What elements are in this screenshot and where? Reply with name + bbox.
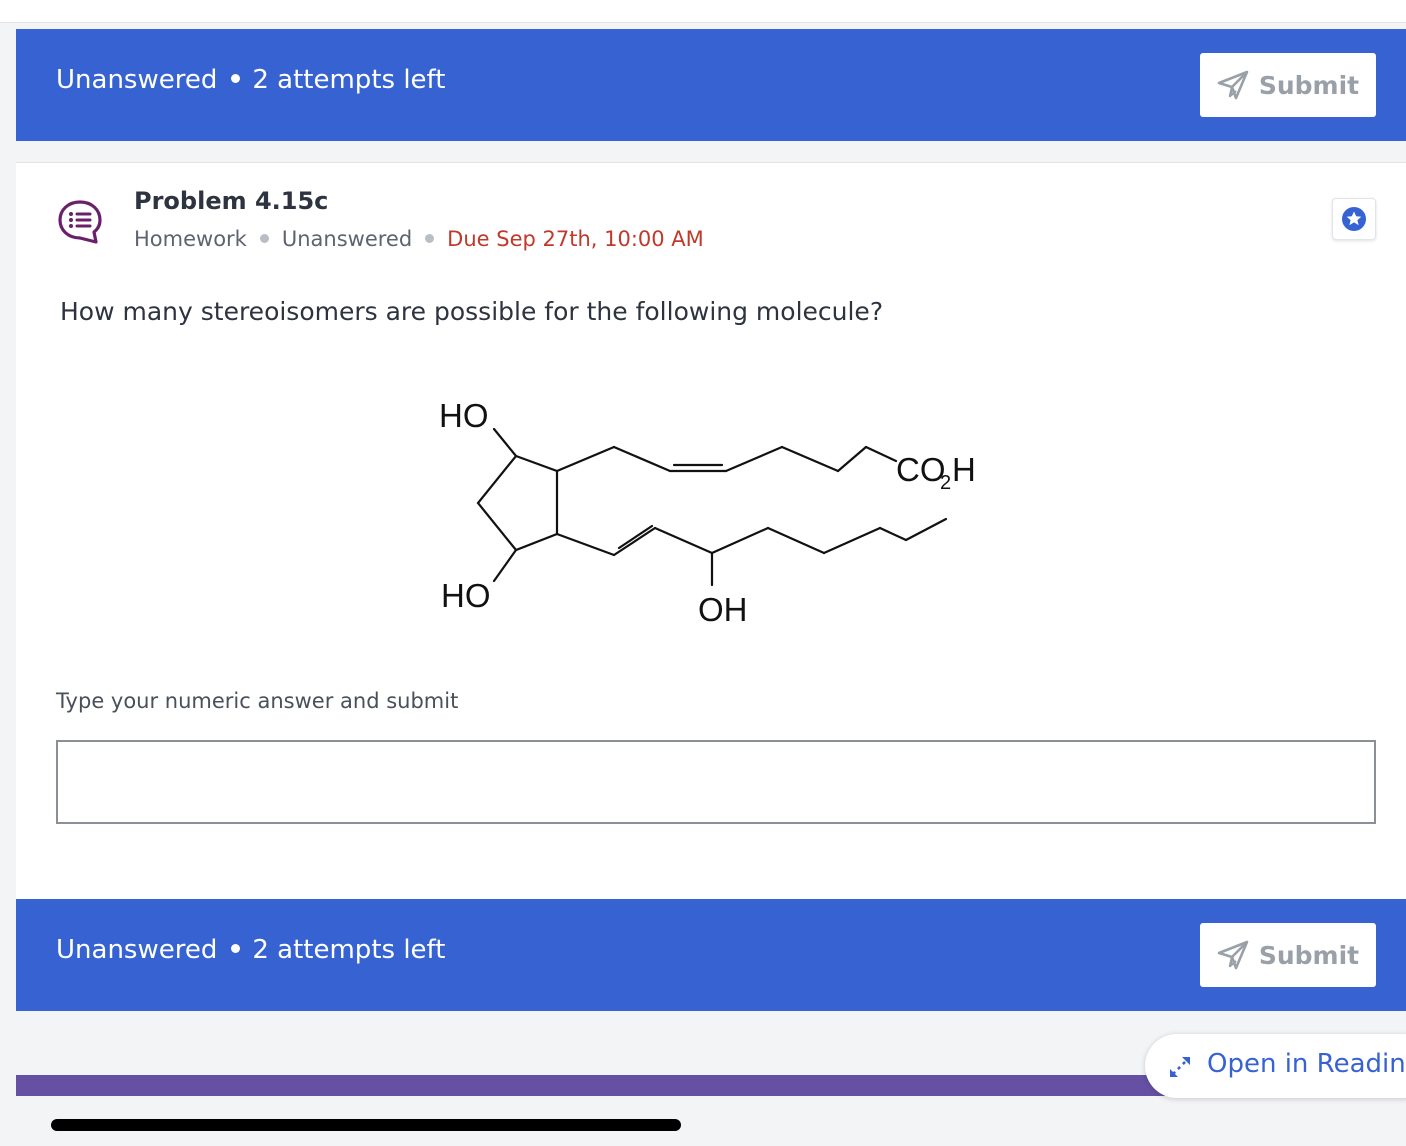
meta-separator: [259, 233, 269, 243]
problem-title: Problem 4.15c: [134, 187, 329, 215]
numeric-answer-input[interactable]: [56, 740, 1376, 824]
status-state: Unanswered: [56, 935, 218, 965]
problem-type: Homework: [134, 227, 247, 251]
submit-label: Submit: [1258, 70, 1360, 100]
status-bar-top: Unanswered 2 attempts left Submit: [16, 29, 1406, 141]
question-text: How many stereoisomers are possible for …: [60, 297, 884, 326]
ho-label-top: HO: [439, 397, 489, 434]
status-dot: [231, 944, 241, 953]
problem-state: Unanswered: [281, 227, 413, 251]
answer-label: Type your numeric answer and submit: [56, 689, 459, 713]
meta-separator: [425, 233, 435, 243]
star-icon: [1342, 207, 1366, 231]
status-text: Unanswered 2 attempts left: [56, 935, 445, 965]
co2h-label-h: H: [952, 451, 976, 488]
problem-meta: Homework Unanswered Due Sep 27th, 10:00 AM: [134, 227, 704, 251]
speech-bubble-list-icon: [58, 200, 102, 244]
submit-button[interactable]: Submit: [1200, 53, 1376, 117]
molecule-structure: HO HO OH CO 2 H: [439, 397, 976, 628]
submit-button[interactable]: Submit: [1200, 923, 1376, 987]
home-indicator: [51, 1119, 681, 1131]
co2h-label-subscript: 2: [940, 472, 951, 494]
status-state: Unanswered: [56, 65, 218, 95]
due-date: Due Sep 27th, 10:00 AM: [447, 227, 704, 251]
oh-label: OH: [698, 591, 748, 628]
open-in-reading-label: Open in Reading: [1207, 1049, 1406, 1079]
page: Unanswered 2 attempts left Submit Problem…: [0, 0, 1406, 1146]
top-strip: [0, 0, 1406, 23]
paper-plane-icon: [1217, 940, 1249, 970]
paper-plane-icon: [1217, 70, 1249, 100]
attempts-left: 2 attempts left: [252, 65, 446, 95]
status-bar-bottom: Unanswered 2 attempts left Submit: [16, 899, 1406, 1011]
co2h-label-co: CO: [896, 451, 946, 488]
status-text: Unanswered 2 attempts left: [56, 65, 445, 95]
attempts-left: 2 attempts left: [252, 935, 446, 965]
problem-card: Problem 4.15c Homework Unanswered Due Sep …: [16, 162, 1406, 900]
status-dot: [231, 74, 241, 83]
ho-label-bottom: HO: [441, 577, 491, 614]
expand-arrows-icon: [1170, 1057, 1190, 1077]
bookmark-star-button[interactable]: [1332, 198, 1376, 240]
submit-label: Submit: [1258, 940, 1360, 970]
open-in-reading-button[interactable]: Open in Reading: [1145, 1034, 1406, 1098]
